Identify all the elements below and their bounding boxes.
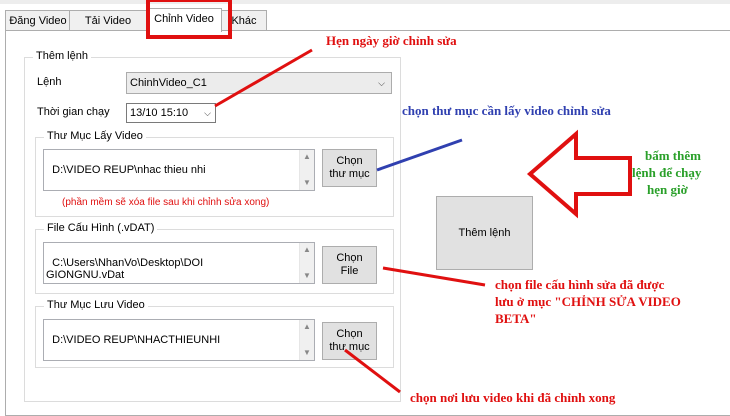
annotation-chon-file-2: lưu ở mục "CHỈNH SỬA VIDEO xyxy=(495,294,681,309)
annotation-overlay xyxy=(214,48,632,394)
big-arrow-them-lenh xyxy=(526,129,632,219)
arrow-chon-file xyxy=(382,266,486,287)
annotation-bam-them-3: hẹn giờ xyxy=(647,182,688,197)
tab-chinh-video[interactable]: Chỉnh Video xyxy=(146,8,222,32)
annotation-chon-noi-luu: chọn nơi lưu video khi đã chỉnh xong xyxy=(410,390,616,405)
arrow-chon-noi-luu xyxy=(344,348,401,394)
annotation-hen-ngay: Hẹn ngày giờ chỉnh sửa xyxy=(326,33,457,48)
annotation-chon-thu-muc: chọn thư mục cần lấy video chỉnh sửa xyxy=(402,103,611,118)
arrow-hen-ngay xyxy=(214,48,313,108)
annotation-chon-file-3: BETA" xyxy=(495,311,537,326)
annotation-bam-them-2: lệnh để chạy xyxy=(632,165,702,180)
arrow-chon-thu-muc xyxy=(376,138,463,172)
annotation-bam-them-1: bấm thêm xyxy=(645,148,701,163)
annotation-chon-file-1: chọn file cấu hình sửa đã được xyxy=(495,277,665,292)
